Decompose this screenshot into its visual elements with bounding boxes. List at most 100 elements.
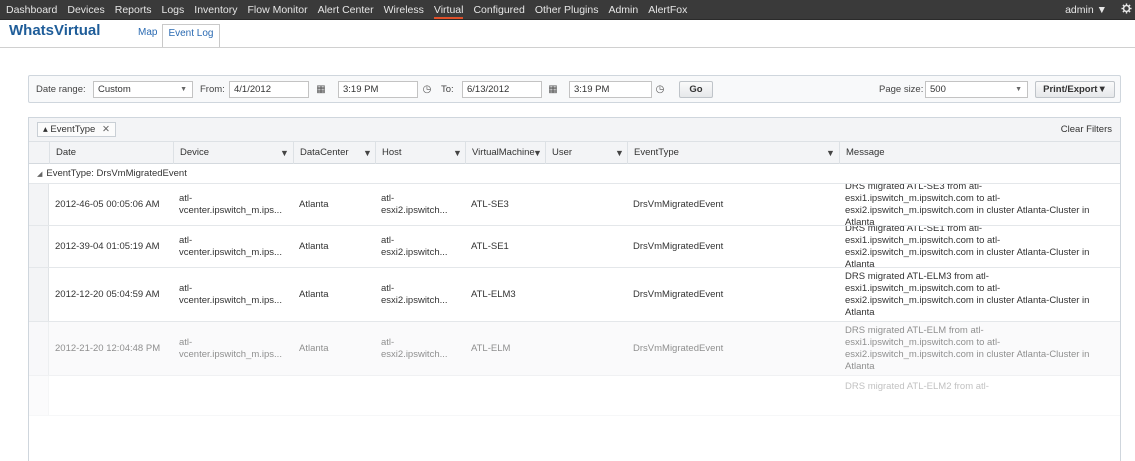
cell-datacenter: Atlanta: [299, 199, 329, 210]
cell-device-line1: atl-: [179, 193, 193, 204]
chevron-down-icon: ▼: [1015, 86, 1022, 93]
cell-host-line2: esxi2.ipswitch...: [381, 349, 448, 360]
table-row[interactable]: DRS migrated ATL-ELM2 from atl-: [29, 376, 1120, 416]
cell-device-line1: atl-: [179, 235, 193, 246]
gear-icon[interactable]: [1117, 3, 1135, 17]
collapse-icon[interactable]: ◢: [37, 171, 42, 178]
header-divider: [0, 47, 1135, 48]
to-time-input[interactable]: 3:19 PM: [569, 81, 652, 98]
column-header-eventtype[interactable]: EventType: [627, 142, 839, 164]
cell-date: 2012-12-20 05:04:59 AM: [55, 289, 160, 300]
cell-eventtype: DrsVmMigratedEvent: [633, 241, 724, 252]
cell-device-line2: vcenter.ipswitch_m.ips...: [179, 247, 282, 258]
to-date-input[interactable]: 6/13/2012: [462, 81, 542, 98]
cell-device: atl-vcenter.ipswitch_m.ips...: [179, 226, 291, 268]
group-row-label: EventType: DrsVmMigratedEvent: [46, 168, 187, 179]
table-row[interactable]: 2012-21-20 12:04:48 PM atl-vcenter.ipswi…: [29, 322, 1120, 376]
nav-item-alert-center[interactable]: Alert Center: [318, 0, 374, 20]
nav-item-configured[interactable]: Configured: [473, 0, 524, 20]
column-header-message[interactable]: Message: [839, 142, 1112, 164]
cell-host-line2: esxi2.ipswitch...: [381, 247, 448, 258]
cell-message: DRS migrated ATL-ELM2 from atl-: [845, 381, 989, 392]
cell-vm: ATL-ELM: [471, 343, 511, 354]
page-size-select[interactable]: 500 ▼: [925, 81, 1028, 98]
calendar-icon[interactable]: ▦: [545, 81, 561, 98]
cell-message: DRS migrated ATL-ELM3 from atl-esxi1.ips…: [845, 271, 1090, 318]
group-chip-eventtype[interactable]: ▴ EventType ✕: [37, 122, 116, 137]
nav-item-admin[interactable]: Admin: [608, 0, 638, 20]
tab-map[interactable]: Map: [133, 24, 162, 48]
event-log-grid: ▴ EventType ✕ Clear Filters Date Device …: [28, 117, 1121, 461]
nav-items: Dashboard Devices Reports Logs Inventory…: [0, 0, 697, 20]
cell-user: [551, 268, 625, 322]
expand-column-header: [29, 142, 49, 164]
table-row[interactable]: 2012-39-04 01:05:19 AM atl-vcenter.ipswi…: [29, 226, 1120, 268]
cell-host-line1: atl-: [381, 193, 395, 204]
cell-message: DRS migrated ATL-SE3 from atl-esxi1.ipsw…: [845, 184, 1090, 226]
nav-right: admin ▼: [1065, 0, 1135, 20]
filter-icon[interactable]: ▼: [826, 142, 836, 164]
clock-icon[interactable]: ◷: [419, 81, 435, 98]
tab-event-log[interactable]: Event Log: [162, 24, 220, 48]
group-chip-label: EventType: [50, 124, 96, 135]
chevron-down-icon: ▼: [180, 86, 187, 93]
cell-message: DRS migrated ATL-ELM from atl-esxi1.ipsw…: [845, 325, 1090, 372]
cell-host: atl-esxi2.ipswitch...: [381, 226, 463, 268]
nav-item-devices[interactable]: Devices: [67, 0, 104, 20]
cell-device-line1: atl-: [179, 283, 193, 294]
column-header-host[interactable]: Host: [375, 142, 465, 164]
clear-filters-link[interactable]: Clear Filters: [1061, 124, 1112, 135]
column-header-device[interactable]: Device: [173, 142, 293, 164]
nav-item-other-plugins[interactable]: Other Plugins: [535, 0, 599, 20]
nav-item-dashboard[interactable]: Dashboard: [6, 0, 57, 20]
group-row[interactable]: ◢ EventType: DrsVmMigratedEvent: [29, 164, 1120, 184]
cell-user: [551, 322, 625, 376]
table-row[interactable]: 2012-46-05 00:05:06 AM atl-vcenter.ipswi…: [29, 184, 1120, 226]
date-range-value: Custom: [98, 84, 131, 95]
filter-icon[interactable]: ▼: [453, 142, 463, 164]
group-panel: ▴ EventType ✕ Clear Filters: [29, 118, 1120, 142]
cell-device: atl-vcenter.ipswitch_m.ips...: [179, 268, 291, 322]
cell-vm: ATL-SE3: [471, 199, 509, 210]
calendar-icon[interactable]: ▦: [313, 81, 329, 98]
cell-host: atl-esxi2.ipswitch...: [381, 184, 463, 226]
cell-host-line2: esxi2.ipswitch...: [381, 295, 448, 306]
filter-icon[interactable]: ▼: [615, 142, 625, 164]
from-date-input[interactable]: 4/1/2012: [229, 81, 309, 98]
cell-date: 2012-46-05 00:05:06 AM: [55, 199, 160, 210]
from-time-input[interactable]: 3:19 PM: [338, 81, 418, 98]
nav-item-reports[interactable]: Reports: [115, 0, 152, 20]
nav-item-inventory[interactable]: Inventory: [194, 0, 237, 20]
from-label: From:: [200, 84, 225, 95]
row-indent: [29, 322, 49, 375]
cell-user: [551, 226, 625, 268]
cell-vm: ATL-SE1: [471, 241, 509, 252]
date-range-label: Date range:: [36, 84, 86, 95]
column-header-row: Date Device ▼ DataCenter ▼ Host ▼ Virtua…: [29, 142, 1120, 164]
filter-icon[interactable]: ▼: [280, 142, 290, 164]
nav-item-logs[interactable]: Logs: [162, 0, 185, 20]
print-export-button[interactable]: Print/Export▼: [1035, 81, 1115, 98]
column-header-date[interactable]: Date: [49, 142, 173, 164]
cell-datacenter: Atlanta: [299, 343, 329, 354]
table-row[interactable]: 2012-12-20 05:04:59 AM atl-vcenter.ipswi…: [29, 268, 1120, 322]
user-menu[interactable]: admin ▼: [1065, 4, 1107, 16]
nav-item-alertfox[interactable]: AlertFox: [648, 0, 687, 20]
cell-device-line2: vcenter.ipswitch_m.ips...: [179, 295, 282, 306]
clock-icon[interactable]: ◷: [652, 81, 668, 98]
page-size-label: Page size:: [879, 84, 924, 95]
nav-item-virtual[interactable]: Virtual: [433, 0, 463, 20]
close-icon[interactable]: ✕: [102, 124, 110, 135]
filter-icon[interactable]: ▼: [533, 142, 543, 164]
cell-device-line2: vcenter.ipswitch_m.ips...: [179, 205, 282, 216]
filter-toolbar: Date range: Custom ▼ From: 4/1/2012 ▦ 3:…: [28, 75, 1121, 103]
filter-icon[interactable]: ▼: [363, 142, 373, 164]
nav-item-flow-monitor[interactable]: Flow Monitor: [247, 0, 307, 20]
date-range-select[interactable]: Custom ▼: [93, 81, 193, 98]
to-label: To:: [441, 84, 454, 95]
cell-host: atl-esxi2.ipswitch...: [381, 268, 463, 322]
cell-host-line1: atl-: [381, 283, 395, 294]
go-button[interactable]: Go: [679, 81, 713, 98]
nav-item-wireless[interactable]: Wireless: [384, 0, 424, 20]
cell-host-line1: atl-: [381, 337, 395, 348]
